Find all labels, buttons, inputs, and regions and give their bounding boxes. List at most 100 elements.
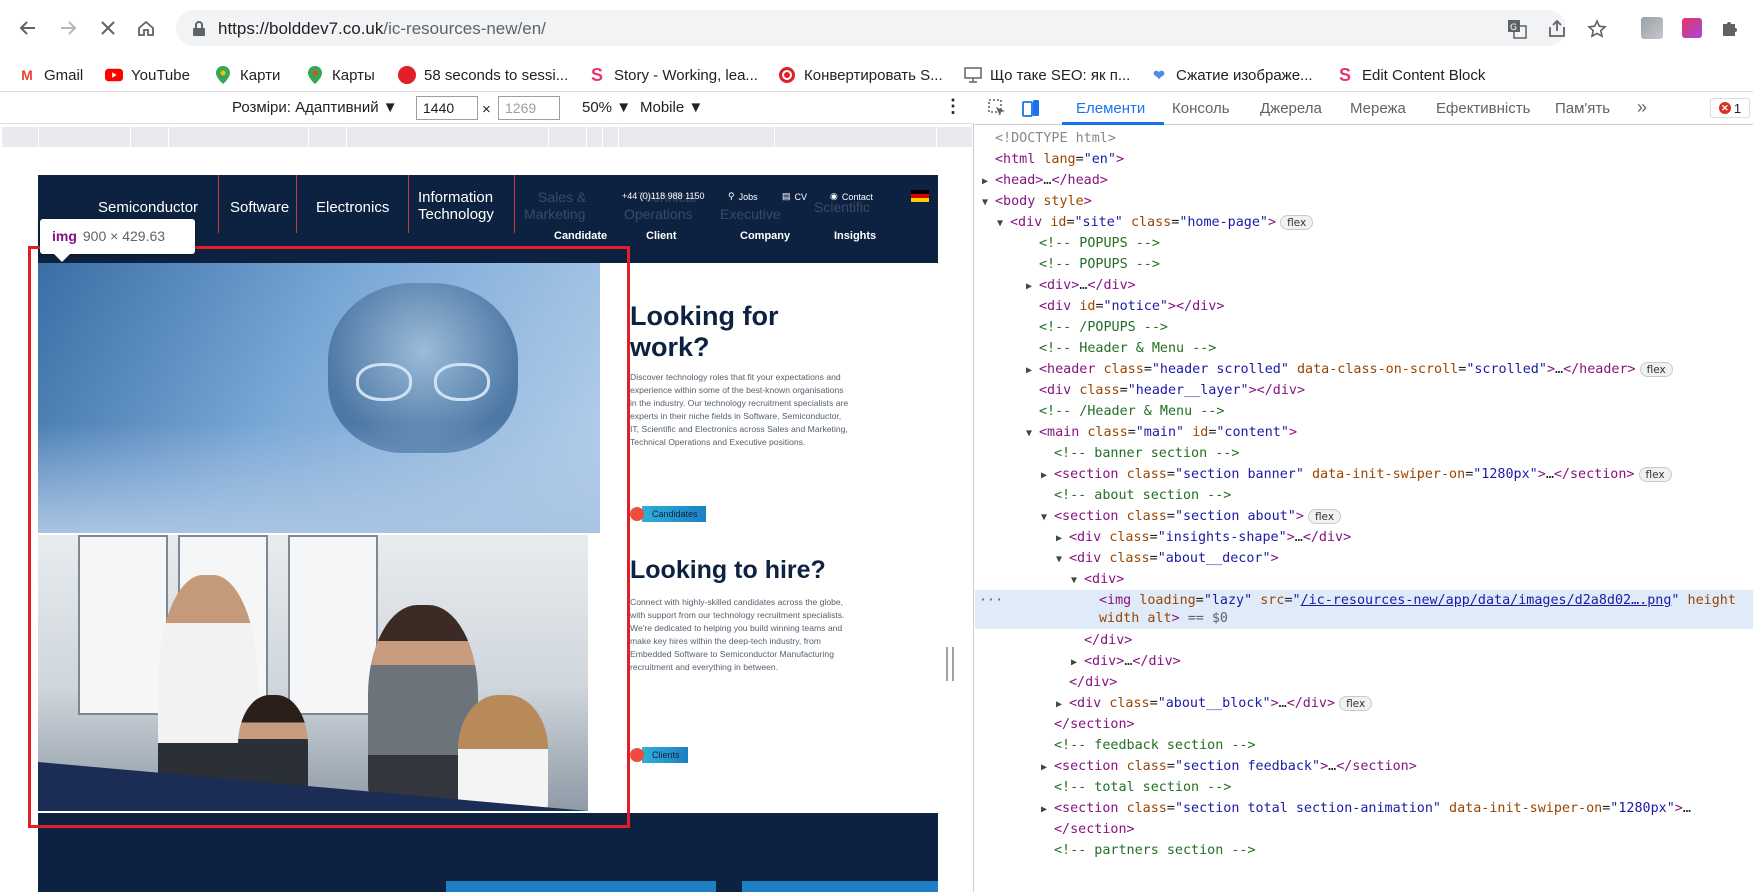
stop-loading-button[interactable] bbox=[92, 12, 124, 44]
jobs-link[interactable]: ⚲ Jobs bbox=[728, 191, 758, 202]
tab-memory[interactable]: Пам'ять bbox=[1555, 100, 1610, 117]
dom-node[interactable]: ▶ <section class="section banner" data-in… bbox=[1041, 464, 1753, 485]
device-type-dropdown[interactable]: Mobile ▼ bbox=[640, 99, 703, 116]
dom-comment[interactable]: <!-- about section --> bbox=[1054, 485, 1753, 506]
bookmark-session-recording[interactable]: 58 seconds to sessi... bbox=[398, 64, 568, 86]
subnav-company[interactable]: Company bbox=[740, 230, 790, 242]
dom-node[interactable]: <div class="header__layer"></div> bbox=[1039, 380, 1753, 401]
nav-divider bbox=[296, 175, 297, 233]
dom-comment[interactable]: <!-- partners section --> bbox=[1054, 840, 1753, 861]
nav-software[interactable]: Software bbox=[230, 199, 289, 216]
url-text[interactable]: https://bolddev7.co.uk/ic-resources-new/… bbox=[218, 19, 546, 39]
dom-node[interactable]: ▶ <head>…</head> bbox=[982, 170, 1753, 191]
german-flag-icon[interactable] bbox=[911, 190, 929, 202]
more-options-icon[interactable]: ⋮ bbox=[944, 96, 962, 117]
extension-icon[interactable] bbox=[1676, 12, 1708, 44]
tab-performance[interactable]: Ефективність bbox=[1436, 100, 1530, 117]
dom-node[interactable]: ▼ <body style> bbox=[982, 191, 1753, 212]
dom-comment[interactable]: <!-- POPUPS --> bbox=[1039, 233, 1753, 254]
zoom-dropdown[interactable]: 50% ▼ bbox=[582, 99, 631, 116]
bookmark-maps-1[interactable]: Карти bbox=[214, 64, 280, 86]
share-icon[interactable] bbox=[1546, 18, 1568, 40]
clients-button[interactable]: Clients bbox=[630, 747, 688, 763]
subnav-candidate[interactable]: Candidate bbox=[554, 230, 607, 242]
nav-executive-ghost[interactable]: Executive bbox=[720, 206, 781, 222]
bookmark-edit-content-block[interactable]: S Edit Content Block bbox=[1336, 64, 1485, 86]
dom-node-selected-img[interactable]: ··· <img loading="lazy" src="/ic-resourc… bbox=[975, 590, 1753, 629]
tab-sources[interactable]: Джерела bbox=[1260, 100, 1322, 117]
lock-icon[interactable] bbox=[188, 18, 210, 40]
device-toolbar: Розміри: Адаптивний ▼ 1440 × 1269 50% ▼ … bbox=[0, 92, 974, 124]
bookmark-gmail[interactable]: M Gmail bbox=[18, 64, 83, 86]
dom-node[interactable]: ▶ <section class="section feedback">…</se… bbox=[1041, 756, 1753, 777]
cv-link[interactable]: ▤ CV bbox=[782, 191, 807, 202]
device-toggle-icon[interactable] bbox=[1021, 98, 1041, 122]
dom-node[interactable]: <div id="notice"></div> bbox=[1039, 296, 1753, 317]
dom-node[interactable]: </section> bbox=[1054, 714, 1753, 735]
bookmark-image-compress[interactable]: ❤ Сжатие изображе... bbox=[1150, 64, 1312, 86]
inspect-element-icon[interactable] bbox=[987, 98, 1007, 122]
dom-comment[interactable]: <!-- total section --> bbox=[1054, 777, 1753, 798]
more-actions-icon[interactable]: ··· bbox=[979, 590, 1003, 611]
phone-number[interactable]: +44 (0)118 988 1150 bbox=[622, 191, 705, 201]
extensions-puzzle-icon[interactable] bbox=[1714, 12, 1746, 44]
error-count-badge[interactable]: ✕ 1 bbox=[1710, 98, 1750, 118]
resize-handle[interactable] bbox=[946, 647, 954, 681]
hire-title: Looking to hire? bbox=[630, 556, 826, 584]
forward-button[interactable] bbox=[52, 12, 84, 44]
dom-node[interactable]: ▶ <header class="header scrolled" data-cl… bbox=[1026, 359, 1753, 380]
bookmark-convert[interactable]: Конвертировать S... bbox=[778, 64, 943, 86]
contact-link[interactable]: ◉ Contact bbox=[830, 191, 873, 202]
dom-node[interactable]: </div> bbox=[1084, 630, 1753, 651]
dom-comment[interactable]: <!-- banner section --> bbox=[1054, 443, 1753, 464]
dom-node[interactable]: ▼ <div> bbox=[1071, 569, 1753, 590]
bookmark-maps-2[interactable]: Карты bbox=[306, 64, 375, 86]
dom-comment[interactable]: <!-- /POPUPS --> bbox=[1039, 317, 1753, 338]
bookmark-youtube[interactable]: YouTube bbox=[105, 64, 190, 86]
dom-comment[interactable]: <!-- feedback section --> bbox=[1054, 735, 1753, 756]
dom-node[interactable]: ▶ <section class="section total section-a… bbox=[1041, 798, 1753, 819]
dom-node[interactable]: ▼ <div id="site" class="home-page"> flex bbox=[997, 212, 1753, 233]
nav-information[interactable]: Information bbox=[418, 189, 493, 206]
dom-node[interactable]: ▼ <main class="main" id="content"> bbox=[1026, 422, 1753, 443]
translate-icon[interactable]: G bbox=[1506, 18, 1528, 40]
dom-node[interactable]: <html lang="en"> bbox=[995, 149, 1753, 170]
nav-sales-ghost[interactable]: Sales & bbox=[538, 189, 586, 205]
dimensions-dropdown[interactable]: Розміри: Адаптивний ▼ bbox=[232, 99, 398, 116]
nav-operations-ghost[interactable]: Operations bbox=[624, 206, 692, 222]
dom-comment[interactable]: <!-- Header & Menu --> bbox=[1039, 338, 1753, 359]
width-input[interactable]: 1440 bbox=[416, 96, 478, 120]
profile-avatar-icon[interactable] bbox=[1636, 12, 1668, 44]
dom-comment[interactable]: <!-- /Header & Menu --> bbox=[1039, 401, 1753, 422]
dom-node[interactable]: ▶ <div class="insights-shape">…</div> bbox=[1056, 527, 1753, 548]
nav-divider bbox=[408, 175, 409, 233]
subnav-client[interactable]: Client bbox=[646, 230, 677, 242]
more-tabs-chevron-icon[interactable]: » bbox=[1637, 97, 1647, 118]
dom-node[interactable]: ▶ <div>…</div> bbox=[1026, 275, 1753, 296]
bookmark-star-icon[interactable] bbox=[1586, 18, 1608, 40]
nav-semiconductor[interactable]: Semiconductor bbox=[98, 199, 198, 216]
dom-node[interactable]: </div> bbox=[1069, 672, 1753, 693]
nav-technology[interactable]: Technology bbox=[418, 206, 494, 223]
nav-electronics[interactable]: Electronics bbox=[316, 199, 389, 216]
bookmark-seo[interactable]: Що таке SEO: як п... bbox=[964, 64, 1130, 86]
candidates-button[interactable]: Candidates bbox=[630, 506, 706, 522]
back-button[interactable] bbox=[12, 12, 44, 44]
height-input[interactable]: 1269 bbox=[498, 96, 560, 120]
dom-node[interactable]: </section> bbox=[1054, 819, 1753, 840]
dom-node[interactable]: ▶ <div class="about__block">…</div> flex bbox=[1056, 693, 1753, 714]
home-button[interactable] bbox=[130, 12, 162, 44]
subnav-insights[interactable]: Insights bbox=[834, 230, 876, 242]
tab-network[interactable]: Мережа bbox=[1350, 100, 1406, 117]
bookmark-story[interactable]: S Story - Working, lea... bbox=[588, 64, 758, 86]
address-bar[interactable]: https://bolddev7.co.uk/ic-resources-new/… bbox=[176, 10, 1607, 46]
tab-console[interactable]: Консоль bbox=[1172, 100, 1230, 117]
dom-comment[interactable]: <!-- POPUPS --> bbox=[1039, 254, 1753, 275]
dom-node[interactable]: ▶ <div>…</div> bbox=[1071, 651, 1753, 672]
dom-node[interactable]: ▼ <section class="section about"> flex bbox=[1041, 506, 1753, 527]
dom-node[interactable]: <!DOCTYPE html> bbox=[995, 128, 1753, 149]
media-query-ruler[interactable] bbox=[2, 127, 972, 147]
nav-marketing-ghost[interactable]: Marketing bbox=[524, 206, 585, 222]
dom-node[interactable]: ▼ <div class="about__decor"> bbox=[1056, 548, 1753, 569]
tab-elements[interactable]: Елементи bbox=[1076, 100, 1145, 117]
